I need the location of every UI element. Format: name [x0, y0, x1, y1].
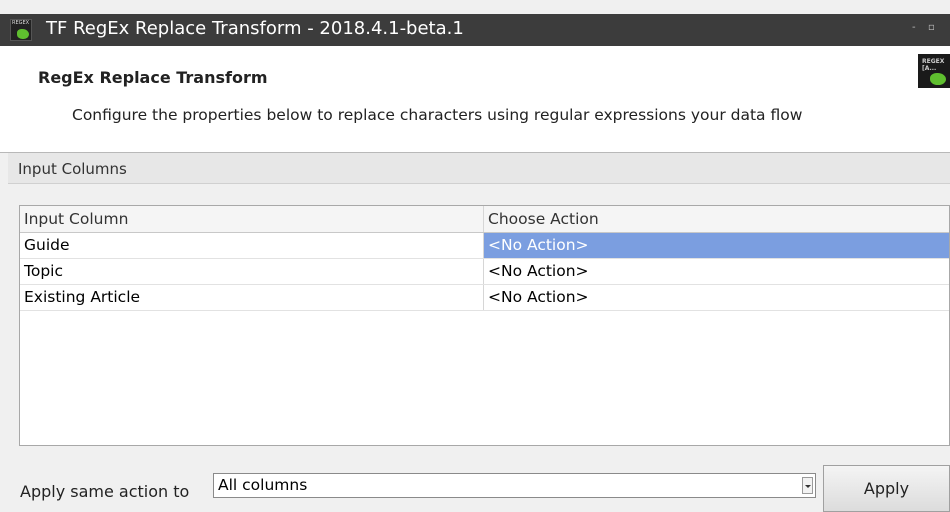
input-columns-grid[interactable]: Input Column Choose Action Guide <No Act… — [19, 205, 950, 446]
input-column-cell[interactable]: Guide — [20, 233, 483, 258]
chevron-down-icon[interactable] — [802, 477, 813, 494]
action-cell[interactable]: <No Action> — [483, 285, 949, 310]
apply-button[interactable]: Apply — [823, 465, 950, 512]
action-cell[interactable]: <No Action> — [483, 259, 949, 284]
input-column-cell[interactable]: Topic — [20, 259, 483, 284]
regex-logo-text: REGEX [A... — [922, 58, 945, 72]
section-label: Input Columns — [18, 160, 127, 178]
apply-to-select[interactable]: All columns — [213, 473, 816, 498]
input-columns-section: Input Columns — [8, 153, 950, 184]
column-header-input-column[interactable]: Input Column — [20, 206, 483, 232]
header-panel: RegEx Replace Transform Configure the pr… — [0, 46, 950, 152]
grid-header: Input Column Choose Action — [20, 206, 949, 233]
minimize-button[interactable]: - — [912, 22, 916, 33]
page-description: Configure the properties below to replac… — [72, 106, 803, 124]
title-bar: REGEX TF RegEx Replace Transform - 2018.… — [0, 14, 950, 46]
table-row[interactable]: Existing Article <No Action> — [20, 285, 949, 311]
app-icon-text: REGEX — [12, 20, 30, 26]
apply-to-select-value: All columns — [218, 476, 308, 494]
regex-logo-icon: REGEX [A... — [918, 54, 950, 88]
table-row[interactable]: Guide <No Action> — [20, 233, 949, 259]
column-header-choose-action[interactable]: Choose Action — [483, 206, 949, 232]
input-column-cell[interactable]: Existing Article — [20, 285, 483, 310]
regex-app-icon: REGEX — [10, 19, 32, 41]
app-icon-blob — [17, 29, 29, 39]
apply-same-action-label: Apply same action to — [20, 482, 190, 501]
window-title: TF RegEx Replace Transform - 2018.4.1-be… — [46, 18, 464, 39]
regex-logo-blob — [930, 73, 946, 85]
maximize-button[interactable]: ▫ — [928, 22, 935, 33]
action-cell-selected[interactable]: <No Action> — [483, 233, 949, 258]
page-title: RegEx Replace Transform — [38, 68, 268, 87]
table-row[interactable]: Topic <No Action> — [20, 259, 949, 285]
